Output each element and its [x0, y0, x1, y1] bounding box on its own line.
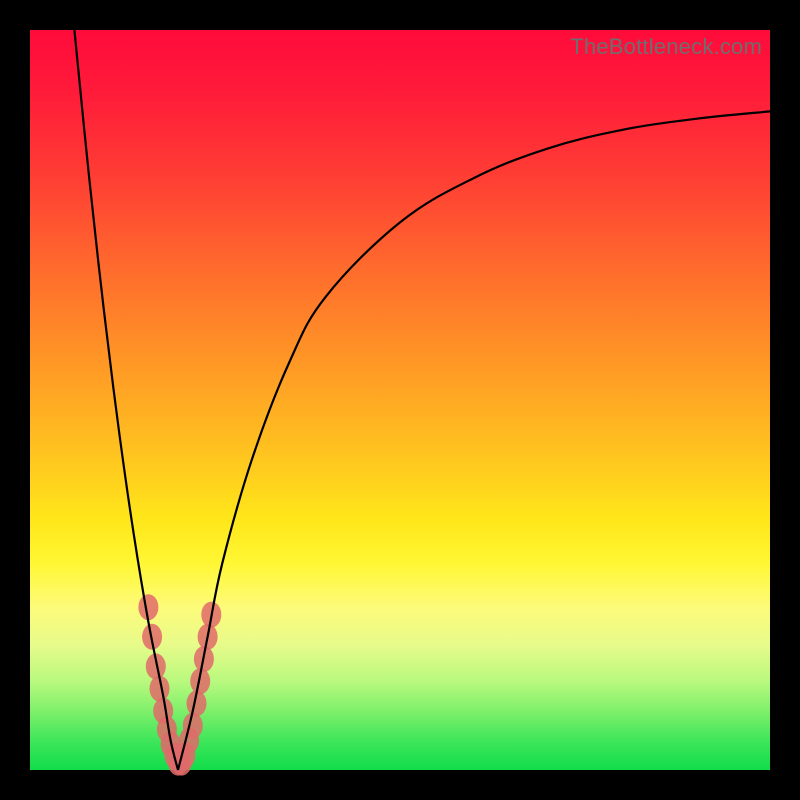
chart-overlay [30, 30, 770, 770]
plot-area: TheBottleneck.com [30, 30, 770, 770]
curve-right-branch [178, 111, 770, 770]
marker-blobs [138, 594, 221, 775]
chart-frame: TheBottleneck.com [0, 0, 800, 800]
marker-blob [183, 713, 203, 739]
